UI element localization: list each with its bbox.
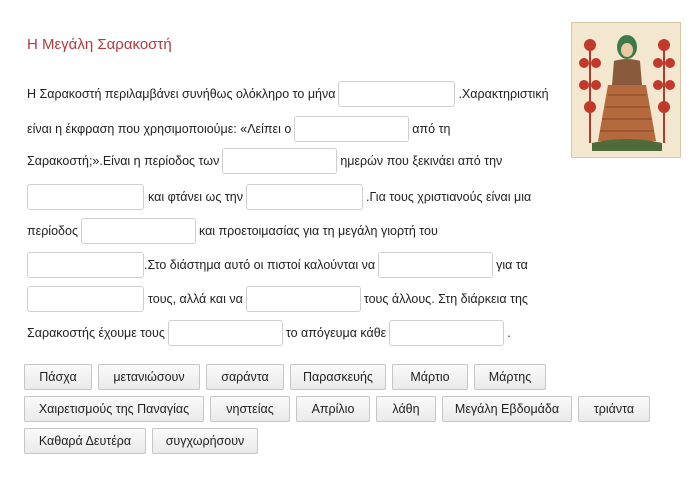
- option-chip[interactable]: Παρασκευής: [290, 364, 386, 390]
- text-segment: από τη: [412, 122, 451, 136]
- option-chip[interactable]: Μεγάλη Εβδομάδα: [442, 396, 572, 422]
- text-segment: τους, αλλά και να: [148, 292, 243, 306]
- option-chip[interactable]: Μάρτης: [474, 364, 546, 390]
- text-segment: και προετοιμασίας για τη μεγάλη γιορτή τ…: [198, 224, 438, 238]
- blank-6[interactable]: [80, 218, 196, 244]
- page-title: Η Μεγάλη Σαρακοστή: [27, 36, 172, 53]
- option-chip[interactable]: σαράντα: [206, 364, 284, 390]
- blank-5[interactable]: [245, 184, 363, 210]
- blank-10[interactable]: [245, 286, 361, 312]
- text-segment: .Για τους χριστιανούς είναι μια: [365, 190, 532, 204]
- text-segment: περίοδος: [27, 224, 78, 238]
- blank-1[interactable]: [338, 81, 456, 107]
- option-chip[interactable]: Απρίλιο: [296, 396, 370, 422]
- text-segment: Η Σαρακοστή περιλαμβάνει συνήθως ολόκληρ…: [27, 87, 336, 101]
- text-segment: ημερών που ξεκινάει από την: [340, 154, 503, 168]
- text-line-4: και φτάνει ως την .Για τους χριστιανούς …: [27, 183, 531, 211]
- text-segment: .Στο διάστημα αυτό οι πιστοί καλούνται ν…: [144, 258, 376, 272]
- text-line-5: περίοδος και προετοιμασίας για τη μεγάλη…: [27, 217, 438, 245]
- text-segment: Σαρακοστής έχουμε τους: [27, 326, 165, 340]
- text-segment: για τα: [496, 258, 528, 272]
- text-segment: .: [507, 326, 511, 340]
- option-chip[interactable]: νηστείας: [210, 396, 290, 422]
- text-segment: και φτάνει ως την: [148, 190, 243, 204]
- blank-8[interactable]: [378, 252, 494, 278]
- option-chip[interactable]: λάθη: [376, 396, 436, 422]
- blank-7[interactable]: [27, 252, 144, 278]
- text-segment: είναι η έκφραση που χρησιμοποιούμε: «Λεί…: [27, 122, 292, 136]
- text-segment: τους άλλους. Στη διάρκεια της: [363, 292, 528, 306]
- option-chip[interactable]: Χαιρετισμούς της Παναγίας: [24, 396, 204, 422]
- text-segment: Σαρακοστή;».Είναι η περίοδος των: [27, 154, 220, 168]
- icon-lent-figure: [572, 23, 680, 157]
- option-chip[interactable]: τριάντα: [578, 396, 650, 422]
- lent-figure-image: [571, 22, 681, 158]
- text-line-8: Σαρακοστής έχουμε τους το απόγευμα κάθε …: [27, 319, 511, 347]
- text-line-7: τους, αλλά και να τους άλλους. Στη διάρκ…: [27, 285, 528, 313]
- text-line-2: είναι η έκφραση που χρησιμοποιούμε: «Λεί…: [27, 115, 450, 143]
- blank-2[interactable]: [294, 116, 410, 142]
- blank-3[interactable]: [222, 148, 338, 174]
- text-line-3: Σαρακοστή;».Είναι η περίοδος των ημερών …: [27, 147, 502, 175]
- blank-4[interactable]: [27, 184, 144, 210]
- option-chip[interactable]: μετανιώσουν: [98, 364, 200, 390]
- text-segment: το απόγευμα κάθε: [285, 326, 387, 340]
- option-chip[interactable]: Καθαρά Δευτέρα: [24, 428, 146, 454]
- blank-11[interactable]: [167, 320, 283, 346]
- option-chip[interactable]: Πάσχα: [24, 364, 92, 390]
- option-chip[interactable]: συγχωρήσουν: [152, 428, 258, 454]
- text-line-6: .Στο διάστημα αυτό οι πιστοί καλούνται ν…: [27, 251, 528, 279]
- text-segment: .Χαρακτηριστική: [458, 87, 549, 101]
- text-line-1: Η Σαρακοστή περιλαμβάνει συνήθως ολόκληρ…: [27, 80, 549, 108]
- blank-9[interactable]: [27, 286, 144, 312]
- blank-12[interactable]: [389, 320, 505, 346]
- option-chip[interactable]: Μάρτιο: [392, 364, 468, 390]
